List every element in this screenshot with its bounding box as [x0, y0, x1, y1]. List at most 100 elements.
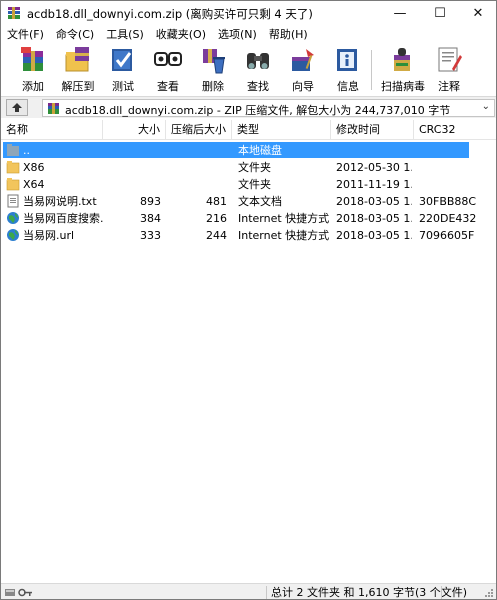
address-bar: acdb18.dll_downyi.com.zip - ZIP 压缩文件, 解包…	[1, 96, 496, 118]
parent-folder-icon	[7, 144, 19, 156]
info-label: 信息	[337, 80, 359, 93]
archive-path-text: acdb18.dll_downyi.com.zip - ZIP 压缩文件, 解包…	[65, 104, 451, 117]
status-summary: 总计 2 文件夹 和 1,610 字节(3 个文件)	[271, 586, 468, 599]
archive-path-field[interactable]: acdb18.dll_downyi.com.zip - ZIP 压缩文件, 解包…	[42, 99, 495, 117]
menu-options[interactable]: 选项(N)	[212, 26, 263, 43]
chevron-down-icon[interactable]: ⌄	[482, 101, 490, 112]
winrar-app-icon	[8, 7, 20, 19]
file-packed-size	[166, 159, 227, 176]
file-type: 文件夹	[238, 178, 271, 191]
extract-to-icon	[65, 47, 89, 72]
file-row[interactable]: X86 文件夹 2012-05-30 1...	[1, 159, 496, 176]
up-arrow-icon	[12, 103, 22, 112]
menu-tools[interactable]: 工具(S)	[100, 26, 150, 43]
file-type: Internet 快捷方式	[238, 212, 330, 225]
find-icon	[247, 53, 269, 69]
column-size[interactable]: 大小	[103, 120, 166, 140]
file-modified: 2012-05-30 1...	[336, 161, 412, 174]
drive-key-icon	[5, 588, 32, 597]
wizard-icon	[292, 49, 314, 71]
file-modified: 2018-03-05 1...	[336, 212, 412, 225]
minimize-button[interactable]: —	[381, 1, 419, 26]
column-crc32[interactable]: CRC32	[414, 120, 496, 140]
file-size	[103, 159, 161, 176]
file-crc32: 7096605F	[419, 229, 475, 242]
delete-button[interactable]: 删除	[192, 44, 234, 94]
file-row[interactable]: 当易网百度搜索... 384 216 Internet 快捷方式 2018-03-05 …	[1, 210, 496, 227]
file-modified: 2011-11-19 1...	[336, 178, 412, 191]
toolbar: 添加 解压到 测试 查看 删除 查找 向导 信息 扫描病毒 注释	[1, 44, 496, 94]
file-type: Internet 快捷方式	[238, 229, 330, 242]
internet-shortcut-icon	[7, 229, 19, 241]
menu-file[interactable]: 文件(F)	[1, 26, 50, 43]
virus-scan-button[interactable]: 扫描病毒	[381, 44, 425, 94]
add-archive-icon	[21, 47, 43, 71]
file-name: 当易网百度搜索...	[23, 212, 103, 225]
up-folder-button[interactable]	[6, 99, 28, 116]
file-size	[103, 142, 161, 159]
test-icon	[112, 49, 132, 71]
comment-button[interactable]: 注释	[428, 44, 470, 94]
file-packed-size	[166, 142, 227, 159]
file-name: X86	[23, 161, 45, 174]
text-file-icon	[7, 194, 19, 208]
window-title: acdb18.dll_downyi.com.zip (离购买许可只剩 4 天了)	[27, 7, 313, 21]
file-packed-size: 244	[206, 229, 227, 242]
resize-grip-icon[interactable]	[484, 588, 494, 598]
title-bar: acdb18.dll_downyi.com.zip (离购买许可只剩 4 天了)…	[1, 1, 496, 26]
file-name: ..	[23, 144, 30, 157]
file-row[interactable]: 当易网.url 333 244 Internet 快捷方式 2018-03-05 1..…	[1, 227, 496, 244]
file-crc32: 220DE432	[419, 212, 477, 225]
column-modified[interactable]: 修改时间	[331, 120, 414, 140]
extract-to-button[interactable]: 解压到	[57, 44, 99, 94]
menu-favorites[interactable]: 收藏夹(O)	[150, 26, 212, 43]
view-icon	[154, 52, 182, 66]
menu-help[interactable]: 帮助(H)	[263, 26, 314, 43]
file-row[interactable]: X64 文件夹 2011-11-19 1...	[1, 176, 496, 193]
wizard-button[interactable]: 向导	[282, 44, 324, 94]
close-button[interactable]: ✕	[459, 1, 496, 26]
folder-icon	[6, 178, 20, 191]
file-packed-size: 216	[206, 212, 227, 225]
file-row[interactable]: .. 本地磁盘	[1, 142, 496, 159]
file-crc32	[419, 176, 495, 193]
column-type[interactable]: 类型	[232, 120, 331, 140]
file-row[interactable]: 当易网说明.txt 893 481 文本文档 2018-03-05 1... 30FBB8…	[1, 193, 496, 210]
file-list: 名称 大小 压缩后大小 类型 修改时间 CRC32 .. 本地磁盘 X86 文件夹 20…	[1, 120, 496, 583]
column-packed-size[interactable]: 压缩后大小	[166, 120, 232, 140]
column-name[interactable]: 名称	[1, 120, 103, 140]
file-name: 当易网.url	[23, 229, 75, 242]
maximize-button[interactable]: ☐	[421, 1, 459, 26]
test-button[interactable]: 测试	[102, 44, 144, 94]
find-button[interactable]: 查找	[237, 44, 279, 94]
file-crc32: 30FBB88C	[419, 195, 477, 208]
delete-icon	[203, 49, 225, 74]
comment-label: 注释	[438, 80, 460, 93]
file-type: 文件夹	[238, 161, 271, 174]
internet-shortcut-icon	[7, 212, 19, 224]
folder-icon	[6, 161, 20, 174]
menu-commands[interactable]: 命令(C)	[50, 26, 100, 43]
file-size	[103, 176, 161, 193]
file-modified: 2018-03-05 1...	[336, 229, 412, 242]
file-type: 本地磁盘	[238, 144, 282, 157]
status-bar: 总计 2 文件夹 和 1,610 字节(3 个文件)	[1, 583, 496, 599]
toolbar-separator	[371, 50, 372, 90]
file-name: 当易网说明.txt	[23, 195, 97, 208]
archive-icon	[48, 103, 59, 114]
file-packed-size: 481	[206, 195, 227, 208]
file-size: 333	[140, 229, 161, 242]
info-button[interactable]: 信息	[327, 44, 369, 94]
file-packed-size	[166, 176, 227, 193]
winrar-window: acdb18.dll_downyi.com.zip (离购买许可只剩 4 天了)…	[0, 0, 497, 600]
comment-icon	[438, 47, 462, 72]
view-button[interactable]: 查看	[147, 44, 189, 94]
add-button[interactable]: 添加	[12, 44, 54, 94]
file-modified	[336, 142, 412, 159]
file-name: X64	[23, 178, 45, 191]
list-header: 名称 大小 压缩后大小 类型 修改时间 CRC32	[1, 120, 496, 140]
file-crc32	[419, 159, 495, 176]
file-type: 文本文档	[238, 195, 282, 208]
virus-scan-icon	[394, 48, 410, 71]
info-icon	[337, 49, 357, 71]
